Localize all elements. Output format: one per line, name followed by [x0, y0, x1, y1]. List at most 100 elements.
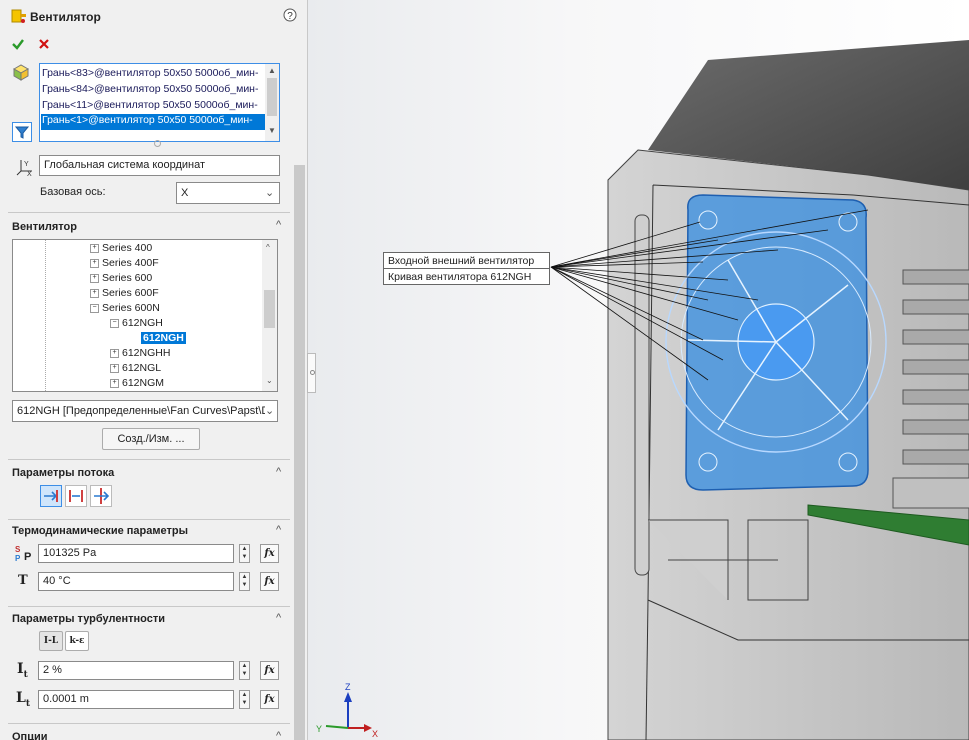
face-selection-icon: [12, 64, 30, 81]
grip-dot: [310, 370, 315, 375]
intensity-function-button[interactable]: fx: [260, 661, 279, 680]
coordinate-system-field[interactable]: Глобальная система координат: [39, 155, 280, 176]
ok-check-icon[interactable]: [11, 37, 25, 51]
pressure-field[interactable]: 101325 Pa: [38, 544, 234, 563]
base-axis-value: X: [181, 187, 189, 199]
thermo-section-title: Термодинамические параметры: [12, 525, 188, 537]
tree-item-label: 612NGL: [122, 362, 162, 374]
graphics-viewport[interactable]: Z X Y Входной внешний вентилятор Кривая …: [308, 0, 969, 740]
tree-item[interactable]: + Series 600F: [90, 287, 159, 299]
intensity-spinner[interactable]: ▲ ▼: [239, 661, 250, 680]
svg-text:S: S: [15, 545, 21, 554]
tree-item-label: 612NGHH: [122, 347, 171, 359]
collapse-caret-icon[interactable]: ^: [276, 466, 281, 478]
flow-section-title: Параметры потока: [12, 467, 115, 479]
expand-icon[interactable]: +: [90, 288, 99, 298]
property-manager-panel: Вентилятор ? Грань<83>@вентилятор 50x50 …: [0, 0, 308, 740]
collapse-caret-icon[interactable]: ^: [276, 524, 281, 536]
expand-icon[interactable]: +: [110, 378, 119, 388]
panel-scrollbar[interactable]: [292, 60, 307, 740]
expand-icon[interactable]: +: [90, 273, 99, 283]
filter-button[interactable]: [12, 122, 32, 142]
callout-line-2[interactable]: Кривая вентилятора 612NGH: [383, 268, 550, 285]
svg-text:P: P: [24, 551, 31, 563]
intensity-length-button[interactable]: I-L: [39, 631, 63, 651]
list-item[interactable]: Грань<83>@вентилятор 50x50 5000об_мин-: [42, 67, 264, 83]
collapse-icon[interactable]: −: [90, 303, 99, 313]
chevron-down-icon: ⌄: [265, 187, 275, 199]
tree-item-label: Series 400F: [102, 257, 159, 269]
callout-line-1[interactable]: Входной внешний вентилятор: [383, 252, 550, 269]
panel-splitter-handle[interactable]: [307, 353, 316, 393]
cancel-x-icon[interactable]: [37, 37, 51, 51]
scroll-up-icon[interactable]: ▲: [268, 66, 276, 75]
feature-title: Вентилятор: [30, 10, 101, 24]
scroll-down-icon[interactable]: ▼: [268, 126, 276, 135]
intensity-symbol: It: [17, 661, 28, 680]
face-selection-list[interactable]: Грань<83>@вентилятор 50x50 5000об_мин- Г…: [39, 63, 280, 142]
k-epsilon-button[interactable]: k-ε: [65, 631, 89, 651]
section-divider: [8, 459, 290, 460]
turbulence-intensity-field[interactable]: 2 %: [38, 661, 234, 680]
base-axis-select[interactable]: X ⌄: [176, 182, 280, 204]
expand-icon[interactable]: +: [110, 363, 119, 373]
list-item[interactable]: Грань<11>@вентилятор 50x50 5000об_мин-: [42, 99, 264, 115]
fan-section-title: Вентилятор: [12, 221, 77, 233]
tree-item[interactable]: + Series 400: [90, 242, 152, 254]
tree-item[interactable]: +612NGM: [110, 377, 164, 389]
internal-fan-button[interactable]: [90, 485, 112, 507]
inlet-flow-button[interactable]: [40, 485, 62, 507]
fan-model: [665, 194, 887, 491]
scroll-up-icon[interactable]: ^: [266, 243, 270, 252]
tree-guide: [45, 240, 47, 391]
help-icon[interactable]: ?: [283, 8, 297, 22]
outlet-flow-button[interactable]: [65, 485, 87, 507]
tree-item-selected[interactable]: 612NGH: [141, 332, 186, 344]
turbulence-section-title: Параметры турбулентности: [12, 613, 165, 625]
turbulence-length-field[interactable]: 0.0001 m: [38, 690, 234, 709]
pressure-function-button[interactable]: fx: [260, 544, 279, 563]
svg-text:Y: Y: [24, 161, 29, 168]
tree-item[interactable]: +612NGHH: [110, 347, 170, 359]
tree-scrollbar[interactable]: ^ ⌄: [262, 240, 277, 391]
temperature-function-button[interactable]: fx: [260, 572, 279, 591]
collapse-caret-icon[interactable]: ^: [276, 730, 281, 740]
outlet-flow-icon: [69, 490, 83, 502]
collapse-caret-icon[interactable]: ^: [276, 612, 281, 624]
triad-x-label: X: [372, 729, 378, 739]
svg-text:X: X: [27, 171, 32, 177]
tree-item-label: 612NGM: [122, 377, 165, 389]
tree-item-label: Series 600N: [102, 302, 160, 314]
collapse-caret-icon[interactable]: ^: [276, 219, 281, 231]
temperature-field[interactable]: 40 °C: [38, 572, 234, 591]
scroll-down-icon[interactable]: ⌄: [266, 376, 273, 385]
tree-item[interactable]: + Series 600: [90, 272, 152, 284]
section-divider: [8, 606, 290, 607]
coordinate-system-icon: Y X: [16, 160, 32, 177]
fan-curve-select[interactable]: 612NGH [Предопределенные\Fan Curves\Paps…: [12, 400, 278, 422]
tree-item[interactable]: +612NGL: [110, 362, 161, 374]
scrollbar-thumb[interactable]: [294, 165, 305, 740]
collapse-icon[interactable]: −: [110, 318, 119, 328]
create-edit-button[interactable]: Созд./Изм. ...: [102, 428, 200, 450]
length-spinner[interactable]: ▲ ▼: [239, 690, 250, 709]
tree-item[interactable]: + Series 400F: [90, 257, 159, 269]
list-item-selected[interactable]: Грань<1>@вентилятор 50x50 5000об_мин-: [41, 114, 265, 130]
expand-icon[interactable]: +: [90, 258, 99, 268]
temperature-spinner[interactable]: ▲ ▼: [239, 572, 250, 591]
tree-item[interactable]: −612NGH: [110, 317, 163, 329]
list-scrollbar[interactable]: ▲ ▼: [265, 64, 279, 141]
tree-item[interactable]: − Series 600N: [90, 302, 160, 314]
fan-library-tree[interactable]: + Series 400 + Series 400F + Series 600 + Se…: [12, 239, 278, 392]
expand-icon[interactable]: +: [90, 243, 99, 253]
list-item[interactable]: Грань<84>@вентилятор 50x50 5000об_мин-: [42, 83, 264, 99]
scrollbar-thumb[interactable]: [267, 78, 277, 116]
inlet-flow-icon: [44, 490, 58, 502]
view-triad: Z X Y: [316, 682, 378, 739]
pressure-spinner[interactable]: ▲ ▼: [239, 544, 250, 563]
filter-icon: [14, 126, 30, 139]
scrollbar-thumb[interactable]: [264, 290, 275, 328]
expand-icon[interactable]: +: [110, 348, 119, 358]
length-function-button[interactable]: fx: [260, 690, 279, 709]
resize-handle[interactable]: [154, 140, 161, 147]
